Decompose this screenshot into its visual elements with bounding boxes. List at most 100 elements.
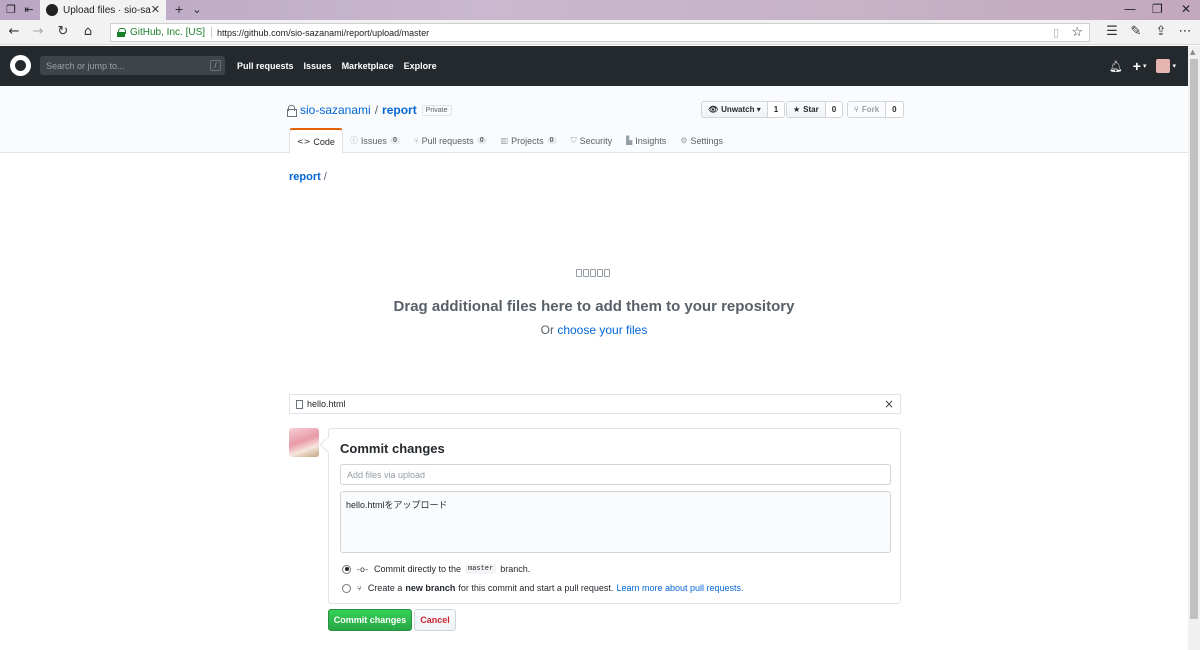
new-branch-option[interactable]: ⑂ Create a new branch for this commit an… [342, 583, 744, 593]
tab-pull-requests[interactable]: ⑂ Pull requests 0 [407, 128, 494, 153]
tab-issues-label: Issues [360, 135, 387, 146]
forward-icon[interactable]: → [30, 24, 46, 40]
tab-issues[interactable]: ⓘ Issues 0 [343, 128, 407, 153]
new-branch-radio[interactable] [342, 583, 351, 593]
star-count[interactable]: 0 [825, 101, 844, 118]
nav-pull-requests[interactable]: Pull requests [237, 61, 294, 71]
tab-projects-label: Projects [511, 135, 544, 146]
reading-view-icon[interactable]: ▯ [1053, 26, 1059, 39]
repo-name-link[interactable]: report [382, 103, 417, 117]
new-tab-icon[interactable]: + [172, 3, 186, 17]
fork-group: ⑂ Fork 0 [847, 101, 904, 118]
minimize-icon[interactable]: — [1124, 2, 1136, 16]
file-types-icon [576, 269, 610, 277]
tab-code[interactable]: <> Code [289, 128, 343, 153]
window-close-icon[interactable]: ✕ [1181, 2, 1191, 16]
breadcrumb-slash: / [323, 171, 327, 183]
url-text[interactable]: https://github.com/sio-sazanami/report/u… [217, 28, 429, 38]
commit-direct-prefix: Commit directly to the [373, 564, 461, 574]
favorite-star-icon[interactable]: ☆ [1071, 25, 1083, 40]
header-user-controls: 🔔︎ + ▾ ▾ [1109, 58, 1176, 74]
commit-description-textarea[interactable]: hello.htmlをアップロード [340, 491, 891, 553]
tab-projects[interactable]: ▥ Projects 0 [494, 128, 564, 153]
tab-insights-label: Insights [635, 135, 667, 146]
create-new-plus-icon[interactable]: + [1133, 58, 1141, 74]
repo-nav: <> Code ⓘ Issues 0 ⑂ Pull requests 0 ▥ Project… [289, 128, 730, 153]
search-box[interactable]: / [40, 56, 225, 75]
commit-direct-option[interactable]: -o- Commit directly to the master branch… [342, 564, 530, 574]
web-note-icon[interactable]: ✎ [1128, 24, 1144, 40]
certificate-label[interactable]: GitHub, Inc. [US] [130, 27, 213, 38]
create-caret-icon[interactable]: ▾ [1143, 62, 1147, 70]
tab-code-label: Code [313, 136, 335, 147]
watch-count[interactable]: 1 [767, 101, 786, 118]
share-icon[interactable]: ⇪ [1153, 24, 1169, 40]
notifications-bell-icon[interactable]: 🔔︎ [1109, 60, 1123, 73]
tab-title: Upload files · sio-sazana [63, 4, 151, 16]
repo-path-separator: / [374, 103, 379, 117]
eye-icon: 👁︎ [708, 105, 719, 114]
tab-security-label: Security [579, 135, 613, 146]
file-pdf-icon [604, 269, 610, 277]
scroll-up-arrow-icon[interactable]: ▲ [1190, 48, 1195, 56]
back-icon[interactable]: ← [6, 24, 22, 40]
repo-owner-link[interactable]: sio-sazanami [300, 103, 371, 117]
set-tabs-aside-icon[interactable]: ⇤ [22, 3, 36, 17]
tab-insights[interactable]: ▙ Insights [619, 128, 673, 153]
github-header: / Pull requests Issues Marketplace Explo… [0, 46, 1188, 86]
fork-icon: ⑂ [854, 105, 859, 114]
refresh-icon[interactable]: ↻ [55, 24, 71, 40]
commit-direct-radio[interactable] [342, 564, 351, 574]
github-logo-icon[interactable] [10, 55, 31, 76]
commit-title: Commit changes [340, 441, 445, 456]
browser-tab[interactable]: Upload files · sio-sazana ✕ [40, 0, 166, 20]
address-bar[interactable]: GitHub, Inc. [US] https://github.com/sio… [110, 23, 1090, 42]
star-button[interactable]: ★ Star [786, 101, 826, 118]
tab-security[interactable]: ⛉ Security [564, 128, 620, 153]
cancel-button[interactable]: Cancel [414, 609, 456, 631]
user-avatar[interactable] [1156, 59, 1171, 73]
more-icon[interactable]: ⋯ [1177, 24, 1193, 40]
breadcrumb-root-link[interactable]: report [289, 171, 321, 183]
page-scrollbar[interactable]: ▲ [1188, 46, 1200, 650]
tab-list-chevron-icon[interactable]: ⌄ [190, 3, 204, 17]
favorites-hub-icon[interactable]: ☰ [1104, 24, 1120, 40]
learn-more-pull-requests-link[interactable]: Learn more about pull requests. [616, 583, 743, 593]
secure-lock-icon[interactable] [117, 28, 126, 37]
pull-requests-counter: 0 [476, 137, 487, 144]
project-icon: ▥ [500, 136, 509, 145]
star-icon: ★ [793, 105, 801, 114]
commit-author-avatar [289, 428, 319, 457]
unwatch-button[interactable]: 👁︎ Unwatch ▾ [701, 101, 768, 118]
home-icon[interactable]: ⌂ [80, 24, 96, 40]
private-badge: Private [421, 104, 452, 116]
search-input[interactable] [40, 56, 200, 75]
shield-icon: ⛉ [570, 135, 577, 145]
header-nav: Pull requests Issues Marketplace Explore [237, 61, 437, 71]
choose-files-link[interactable]: choose your files [557, 323, 647, 337]
tab-settings[interactable]: ⚙ Settings [673, 128, 730, 153]
restore-icon[interactable]: ❐ [1152, 2, 1163, 16]
file-zip-icon [597, 269, 603, 277]
unwatch-label: Unwatch [721, 105, 755, 114]
uploaded-file-row: hello.html × [289, 394, 901, 414]
commit-summary-input[interactable] [340, 464, 891, 485]
fork-button[interactable]: ⑂ Fork [847, 101, 887, 118]
tab-actions-icon[interactable]: ❐ [4, 3, 18, 17]
file-code-icon [590, 269, 596, 277]
commit-form: Commit changes hello.htmlをアップロード -o- Com… [328, 428, 901, 604]
nav-explore[interactable]: Explore [404, 61, 437, 71]
close-tab-icon[interactable]: ✕ [151, 3, 160, 16]
pull-request-icon: ⑂ [357, 583, 362, 593]
nav-issues[interactable]: Issues [304, 61, 332, 71]
fork-count[interactable]: 0 [886, 101, 904, 118]
commit-changes-button[interactable]: Commit changes [328, 609, 412, 631]
user-menu-caret-icon[interactable]: ▾ [1172, 62, 1176, 70]
remove-file-close-icon[interactable]: × [884, 397, 894, 411]
file-icon [296, 399, 303, 409]
scrollbar-thumb[interactable] [1190, 59, 1198, 619]
nav-marketplace[interactable]: Marketplace [342, 61, 394, 71]
github-favicon-icon [46, 4, 58, 16]
browser-tab-strip: ❐ ⇤ Upload files · sio-sazana ✕ + ⌄ — ❐ … [0, 0, 1200, 20]
file-media-icon [583, 269, 589, 277]
